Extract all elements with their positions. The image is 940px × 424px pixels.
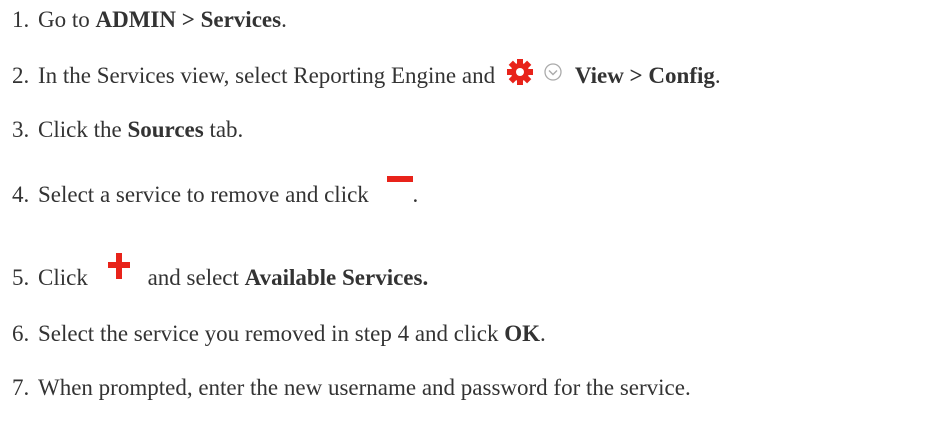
step-text: . — [714, 63, 721, 88]
step-text: Go to — [38, 7, 96, 32]
step-text: Click — [38, 265, 94, 290]
step-5: 5. Click and select Available Services. — [12, 252, 429, 293]
step-bold: OK — [504, 321, 541, 346]
step-text: and select — [147, 265, 245, 290]
step-4: 4. Select a service to remove and click . — [12, 175, 419, 209]
step-bold: ADMIN > Services — [95, 7, 282, 32]
step-bold: Available Services. — [244, 265, 429, 290]
step-text: Select the service you removed in step 4… — [38, 321, 505, 346]
step-6: 6. Select the service you removed in step… — [12, 320, 546, 348]
step-text: . — [412, 182, 419, 207]
step-1: 1. Go to ADMIN > Services. — [12, 6, 287, 34]
step-text: Select a service to remove and click — [38, 182, 375, 207]
step-text: In the Services view, select Reporting E… — [38, 63, 501, 88]
step-number: 1. — [12, 7, 30, 32]
step-text: . — [540, 321, 546, 346]
step-number: 6. — [12, 321, 30, 346]
step-2: 2. In the Services view, select Reporting… — [12, 58, 721, 91]
step-text: . — [281, 7, 287, 32]
step-text: Click the — [38, 117, 128, 142]
step-number: 5. — [12, 265, 30, 290]
step-7: 7. When prompted, enter the new username … — [12, 374, 691, 402]
step-3: 3. Click the Sources tab. — [12, 116, 243, 144]
chevron-down-icon[interactable] — [543, 62, 563, 82]
step-text: When prompted, enter the new username an… — [38, 375, 691, 400]
step-bold: View > Config — [574, 63, 715, 88]
step-text: tab. — [203, 117, 244, 142]
step-number: 3. — [12, 117, 30, 142]
step-number: 7. — [12, 375, 30, 400]
plus-icon[interactable] — [107, 252, 130, 279]
minus-icon[interactable] — [386, 175, 413, 183]
step-bold: Sources — [127, 117, 204, 142]
gear-icon[interactable] — [506, 58, 533, 85]
step-number: 4. — [12, 182, 30, 207]
step-number: 2. — [12, 63, 30, 88]
